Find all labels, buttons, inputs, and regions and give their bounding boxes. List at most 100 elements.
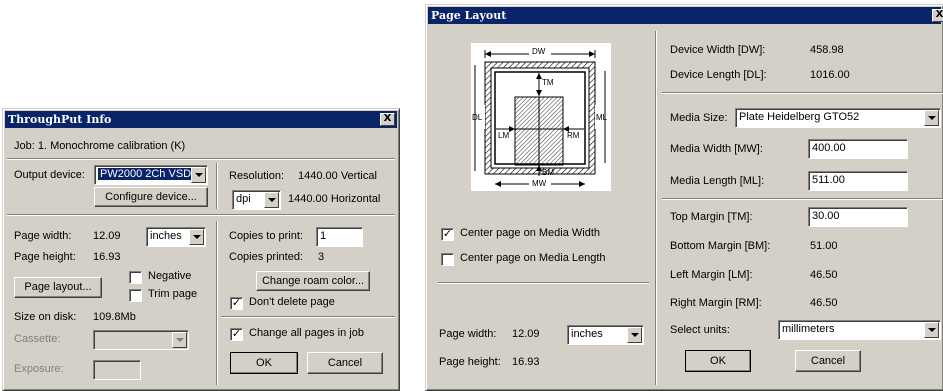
- size-on-disk-label: Size on disk:: [14, 311, 77, 323]
- device-length-label: Device Length [DL]:: [670, 69, 767, 81]
- resolution-label: Resolution:: [229, 170, 285, 182]
- cassette-select[interactable]: [93, 330, 189, 350]
- page-height-value: 16.93: [512, 356, 540, 368]
- center-media-length-label: Center page on Media Length: [460, 252, 606, 264]
- media-size-select[interactable]: Plate Heidelberg GTO52: [735, 108, 941, 128]
- divider: [662, 198, 943, 200]
- exposure-label: Exposure:: [14, 363, 64, 375]
- media-size-label: Media Size:: [670, 112, 728, 124]
- right-margin-value: 46.50: [810, 297, 838, 309]
- units-select[interactable]: inches: [146, 227, 206, 247]
- diagram-mw-label: MW: [532, 179, 547, 188]
- ok-button[interactable]: OK: [230, 352, 298, 374]
- device-width-value: 458.98: [810, 44, 844, 56]
- check-icon: ✓: [231, 297, 242, 309]
- copies-to-print-input[interactable]: 1: [316, 227, 363, 247]
- chevron-down-icon[interactable]: [924, 322, 939, 338]
- negative-checkbox[interactable]: [129, 271, 142, 284]
- media-layout-diagram: DW DL ML TM LM RM BM MW: [471, 43, 611, 191]
- copies-to-print-value: 1: [320, 230, 327, 242]
- media-width-value: 400.00: [812, 142, 846, 154]
- select-units-select[interactable]: millimeters: [778, 320, 941, 340]
- output-device-value: PW2000 2Ch VSD: [96, 167, 195, 181]
- device-length-value: 1016.00: [810, 69, 850, 81]
- copies-printed-value: 3: [318, 251, 325, 263]
- diagram-dw-label: DW: [532, 47, 546, 56]
- page-width-label: Page width:: [439, 328, 497, 340]
- dont-delete-checkbox[interactable]: ✓: [230, 297, 243, 310]
- output-device-label: Output device:: [14, 169, 85, 181]
- diagram-rm-label: RM: [567, 131, 580, 140]
- throughput-title: ThroughPut Info: [8, 113, 112, 126]
- bottom-margin-label: Bottom Margin [BM]:: [670, 240, 771, 252]
- units-select[interactable]: inches: [567, 325, 644, 345]
- divider: [221, 316, 395, 318]
- page-layout-title-bar: Page Layout X: [428, 7, 943, 24]
- configure-device-button[interactable]: Configure device...: [94, 187, 208, 207]
- copies-printed-label: Copies printed:: [229, 251, 303, 263]
- trim-page-checkbox[interactable]: [129, 289, 142, 302]
- negative-label: Negative: [148, 270, 192, 282]
- select-units-label: Select units:: [670, 324, 730, 336]
- close-icon[interactable]: X: [380, 113, 395, 126]
- media-width-label: Media Width [MW]:: [670, 143, 763, 155]
- left-margin-label: Left Margin [LM]:: [670, 269, 753, 281]
- divider: [216, 221, 218, 385]
- media-width-input[interactable]: 400.00: [808, 139, 908, 159]
- media-length-input[interactable]: 511.00: [808, 171, 908, 191]
- resolution-unit-value: dpi: [236, 193, 251, 205]
- page-width-value: 12.09: [512, 328, 540, 340]
- top-margin-label: Top Margin [TM]:: [670, 211, 753, 223]
- close-icon[interactable]: X: [932, 9, 943, 22]
- bottom-margin-value: 51.00: [810, 240, 838, 252]
- chevron-down-icon[interactable]: [627, 327, 642, 343]
- trim-page-label: Trim page: [148, 288, 198, 300]
- job-label: Job: 1. Monochrome calibration (K): [14, 140, 186, 152]
- page-height-value: 16.93: [93, 251, 121, 263]
- change-all-pages-checkbox[interactable]: ✓: [230, 328, 243, 341]
- divider: [438, 282, 649, 284]
- divider: [216, 163, 218, 209]
- left-margin-value: 46.50: [810, 269, 838, 281]
- center-media-width-checkbox[interactable]: ✓: [441, 228, 454, 241]
- divider: [662, 92, 943, 94]
- output-device-select[interactable]: PW2000 2Ch VSD: [94, 165, 208, 185]
- cancel-button[interactable]: Cancel: [795, 350, 861, 372]
- check-icon: ✓: [442, 228, 453, 240]
- resolution-unit-select[interactable]: dpi: [232, 190, 281, 210]
- page-layout-dialog: Page Layout X DW DL ML TM LM RM BM MW ✓ …: [425, 4, 943, 391]
- center-media-length-checkbox[interactable]: [441, 253, 454, 266]
- dont-delete-label: Don't delete page: [249, 296, 335, 308]
- divider: [655, 31, 657, 385]
- chevron-down-icon[interactable]: [924, 110, 939, 126]
- page-width-value: 12.09: [93, 230, 121, 242]
- resolution-vertical: 1440.00 Vertical: [298, 170, 377, 182]
- diagram-bm-label: BM: [542, 168, 554, 177]
- divider: [7, 214, 395, 216]
- diagram-ml-label: ML: [596, 113, 608, 122]
- ok-button[interactable]: OK: [685, 350, 751, 372]
- divider: [7, 158, 395, 160]
- select-units-value: millimeters: [782, 323, 835, 335]
- device-width-label: Device Width [DW]:: [670, 44, 766, 56]
- media-size-value: Plate Heidelberg GTO52: [739, 111, 860, 123]
- throughput-info-dialog: ThroughPut Info X Job: 1. Monochrome cal…: [2, 108, 400, 391]
- top-margin-input[interactable]: 30.00: [808, 207, 908, 227]
- check-icon: ✓: [231, 328, 242, 340]
- media-length-value: 511.00: [812, 174, 845, 186]
- copies-to-print-label: Copies to print:: [229, 230, 303, 242]
- chevron-down-icon[interactable]: [264, 192, 279, 208]
- units-value: inches: [571, 328, 603, 340]
- page-layout-button[interactable]: Page layout...: [14, 277, 102, 298]
- cancel-button[interactable]: Cancel: [307, 352, 383, 374]
- media-diagram-graphic: [471, 48, 611, 190]
- change-roam-color-button[interactable]: Change roam color...: [256, 271, 370, 291]
- diagram-dl-label: DL: [472, 113, 483, 122]
- chevron-down-icon[interactable]: [191, 167, 206, 183]
- chevron-down-icon[interactable]: [172, 332, 187, 348]
- chevron-down-icon[interactable]: [189, 229, 204, 245]
- diagram-lm-label: LM: [498, 131, 510, 140]
- page-height-label: Page height:: [439, 356, 501, 368]
- exposure-field[interactable]: [93, 360, 141, 380]
- diagram-tm-label: TM: [542, 78, 554, 87]
